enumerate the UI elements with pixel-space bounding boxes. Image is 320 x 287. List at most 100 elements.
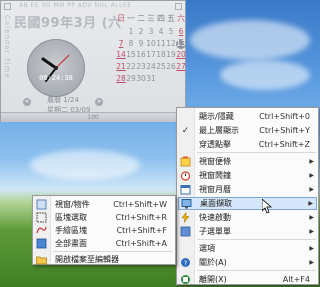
calendar-day[interactable]: 12 xyxy=(166,38,176,50)
menu-item-exit[interactable]: 離開(X) Alt+F4 xyxy=(178,273,317,286)
widget-side-text: Calendar Time xyxy=(3,15,11,79)
menu-item-shortcut: Alt+F4 xyxy=(282,275,310,284)
submenu-item-region-select[interactable]: 區塊選取 Ctrl+Shift+R xyxy=(34,211,174,224)
menu-item-label: 選項 xyxy=(199,244,215,253)
calendar-day[interactable]: 15 xyxy=(126,49,136,61)
analog-clock: 06:24:38 xyxy=(27,39,85,97)
next-month-icon[interactable]: > xyxy=(95,98,103,106)
calendar-day xyxy=(166,73,176,85)
submenu-item-freehand[interactable]: 手繪區塊 Ctrl+Shift+F xyxy=(34,224,174,237)
mouse-cursor-icon xyxy=(262,199,272,214)
calendar-grid: 1 2 3 4 5 6 7 8 9 10 11 12 13 14 15 16 17 18 19 20 21 22 23 24 2… xyxy=(116,26,186,84)
menu-item-alarm[interactable]: 視窗鬧鐘 ▶ xyxy=(178,169,317,182)
calendar-week-row: 14 15 16 17 18 19 20 xyxy=(116,49,186,61)
menu-item-show-hide[interactable]: 顯示/隱藏 Ctrl+Shift+0 xyxy=(178,110,317,123)
calendar-day[interactable]: 30 xyxy=(136,73,146,85)
weekday-label: 日 xyxy=(117,14,125,23)
calendar-day[interactable]: 13 xyxy=(176,38,186,50)
info-icon: ? xyxy=(179,256,192,269)
calendar-day[interactable]: 22 xyxy=(126,61,136,73)
menu-item-label: 桌面擷取 xyxy=(200,199,232,208)
calendar-day[interactable]: 29 xyxy=(126,73,136,85)
calendar-day[interactable]: 27 xyxy=(176,61,186,73)
menu-item-submenu[interactable]: 子選單單 ▶ xyxy=(178,225,317,238)
menu-item-shortcut: Ctrl+Shift+W xyxy=(113,200,167,209)
submenu-arrow-icon: ▶ xyxy=(309,186,314,193)
calendar-week-row: 21 22 23 24 25 26 27 xyxy=(116,61,186,73)
checkmark-icon: ✓ xyxy=(181,125,190,136)
calendar-day[interactable]: 20 xyxy=(176,49,186,61)
menu-item-label: 離開(X) xyxy=(199,275,227,284)
calendar-day[interactable]: 17 xyxy=(146,49,156,61)
calendar-day[interactable]: 18 xyxy=(156,49,166,61)
menu-item-click-through[interactable]: 穿透點擊 Ctrl+Shift+Z xyxy=(178,138,317,151)
prev-month-icon[interactable]: < xyxy=(23,98,31,106)
calendar-day[interactable]: 19 xyxy=(166,49,176,61)
calendar-day[interactable]: 23 xyxy=(136,61,146,73)
widget-close-icon[interactable] xyxy=(175,3,182,10)
calendar-day[interactable]: 28 xyxy=(116,73,126,85)
menu-item-desktop-capture[interactable]: 桌面擷取 ▶ xyxy=(178,197,317,210)
calendar-day[interactable]: 24 xyxy=(146,61,156,73)
menu-item-quick-launch[interactable]: 快速啟動 ▶ xyxy=(178,211,317,224)
calendar-day[interactable]: 21 xyxy=(116,61,126,73)
calendar-day[interactable]: 14 xyxy=(116,49,126,61)
menu-item-label: 關於(A) xyxy=(199,258,227,267)
calendar-day[interactable]: 25 xyxy=(156,61,166,73)
calendar-day[interactable]: 6 xyxy=(176,26,186,38)
full-screen-icon xyxy=(35,237,48,250)
submenu-arrow-icon: ▶ xyxy=(309,158,314,165)
menu-item-shortcut: Ctrl+Shift+A xyxy=(115,239,167,248)
menu-item-label: 開啟檔案至編輯器 xyxy=(55,255,119,264)
menu-item-label: 快速啟動 xyxy=(199,213,231,222)
exit-icon xyxy=(179,273,192,286)
clock-hands xyxy=(41,54,70,82)
calendar-day[interactable]: 9 xyxy=(136,38,146,50)
calendar-day[interactable]: 2 xyxy=(136,26,146,38)
menu-item-label: 視窗月曆 xyxy=(199,185,231,194)
calendar-day[interactable]: 8 xyxy=(126,38,136,50)
submenu-item-window-object[interactable]: 視窗/物件 Ctrl+Shift+W xyxy=(34,198,174,211)
menu-item-shortcut: Ctrl+Shift+Y xyxy=(259,126,310,135)
menu-separator xyxy=(197,270,316,271)
menu-item-always-on-top[interactable]: ✓ 最上層顯示 Ctrl+Shift+Y xyxy=(178,124,317,137)
weekday-label: 六 xyxy=(177,14,185,23)
menu-item-calendar[interactable]: 視窗月曆 ▶ xyxy=(178,183,317,196)
calendar-day[interactable]: 3 xyxy=(146,26,156,38)
menu-separator xyxy=(197,152,316,153)
today-marker: 13 xyxy=(176,38,186,49)
menu-item-label: 最上層顯示 xyxy=(199,126,239,135)
menu-item-label: 子選單單 xyxy=(199,227,231,236)
calendar-day[interactable]: 1 xyxy=(126,26,136,38)
menu-item-options[interactable]: 選項 ▶ xyxy=(178,242,317,255)
calendar-day[interactable]: 16 xyxy=(136,49,146,61)
calendar-day[interactable]: 10 xyxy=(146,38,156,50)
menu-item-label: 手繪區塊 xyxy=(55,226,87,235)
submenu-arrow-icon: ▶ xyxy=(309,228,314,235)
submenu-item-open-editor[interactable]: 開啟檔案至編輯器 xyxy=(34,253,174,266)
menu-item-label: 視窗/物件 xyxy=(55,200,90,209)
cloud xyxy=(220,60,310,90)
weekday-label: 四 xyxy=(157,14,165,23)
widget-menu-icon[interactable] xyxy=(4,3,11,10)
weekday-label: 三 xyxy=(147,14,155,23)
submenu-arrow-icon: ▶ xyxy=(309,214,314,221)
menu-item-label: 區塊選取 xyxy=(55,213,87,222)
calendar-day[interactable]: 5 xyxy=(166,26,176,38)
calendar-day[interactable]: 11 xyxy=(156,38,166,50)
note-icon xyxy=(179,155,192,168)
alarm-clock-icon xyxy=(179,169,192,182)
submenu-item-full-screen[interactable]: 全部畫面 Ctrl+Shift+A xyxy=(34,237,174,250)
context-menu: 顯示/隱藏 Ctrl+Shift+0 ✓ 最上層顯示 Ctrl+Shift+Y 穿透點擊 C… xyxy=(176,107,319,285)
calendar-week-row: 7 8 9 10 11 12 13 xyxy=(116,38,186,50)
svg-text:?: ? xyxy=(184,260,188,268)
calendar-day[interactable]: 7 xyxy=(116,38,126,50)
calendar-day[interactable]: 4 xyxy=(156,26,166,38)
menu-item-about[interactable]: ? 關於(A) ▶ xyxy=(178,256,317,269)
calendar-week-row: 28 29 30 31 xyxy=(116,73,186,85)
menu-item-notes[interactable]: 視窗便條 ▶ xyxy=(178,155,317,168)
calendar-day[interactable]: 26 xyxy=(166,61,176,73)
calendar-clock-widget[interactable]: AB EE SG MM PP ADV NUL ALLEE Calendar Ti… xyxy=(0,0,186,122)
widget-title: AB EE SG MM PP ADV NUL ALLEE xyxy=(19,2,132,9)
calendar-day[interactable]: 31 xyxy=(146,73,156,85)
